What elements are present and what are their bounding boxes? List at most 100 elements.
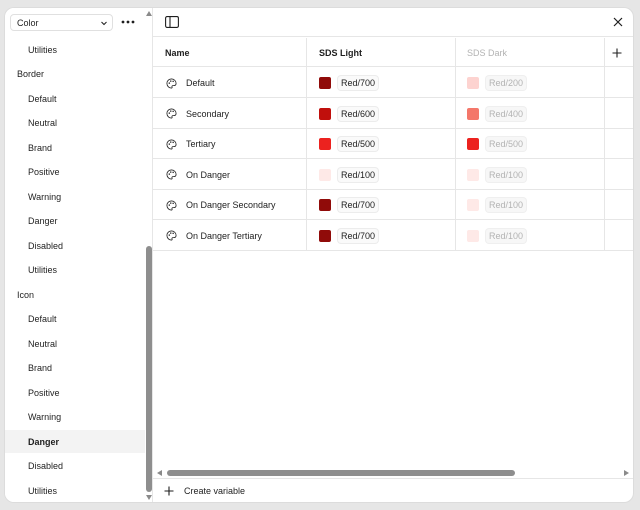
variable-name: On Danger Secondary <box>186 200 276 210</box>
sidebar-item-label: Utilities <box>28 485 58 496</box>
sidebar-item[interactable]: Positive <box>5 381 145 404</box>
sds-dark-value[interactable]: Red/200 <box>467 68 527 98</box>
sds-dark-value[interactable]: Red/100 <box>467 160 527 190</box>
color-swatch <box>467 107 479 120</box>
column-header-sds-light[interactable]: SDS Light <box>319 38 362 67</box>
group-heading[interactable]: Icon <box>5 283 145 306</box>
sidebar-item[interactable]: Danger <box>5 210 145 233</box>
create-variable-label: Create variable <box>184 485 246 496</box>
sidebar-item[interactable]: Neutral <box>5 112 145 135</box>
sds-light-value[interactable]: Red/700 <box>319 68 379 98</box>
color-swatch <box>467 168 479 181</box>
column-header-name[interactable]: Name <box>165 38 190 67</box>
sidebar-item-label: Danger <box>28 436 60 447</box>
sidebar-item[interactable]: Utilities <box>5 479 145 502</box>
variable-name-cell[interactable]: On Danger Secondary <box>166 190 276 220</box>
sidebar-item-label: Brand <box>28 363 53 373</box>
create-variable-button[interactable]: Create variable <box>153 479 245 503</box>
close-icon[interactable] <box>612 16 624 28</box>
color-swatch <box>319 107 331 120</box>
sidebar-item-label: Positive <box>28 167 60 177</box>
sidebar-item-label: Default <box>28 93 57 104</box>
sidebar-item-label: Border <box>17 69 45 79</box>
variable-name: Default <box>186 78 215 88</box>
sidebar-item-label: Warning <box>28 412 62 422</box>
sidebar-scrollbar[interactable] <box>145 8 153 502</box>
variable-name-cell[interactable]: On Danger Tertiary <box>166 221 262 251</box>
sidebar-item[interactable]: Danger <box>5 430 145 453</box>
sidebar-item[interactable]: Utilities <box>5 259 145 282</box>
sds-light-value[interactable]: Red/700 <box>319 221 379 251</box>
table-row[interactable]: On Danger Red/100 Red/100 <box>153 160 633 190</box>
table-row[interactable]: On Danger Tertiary Red/700 Red/100 <box>153 221 633 251</box>
variables-window: Color Utilities Border Default Neutral Brand… <box>5 8 633 502</box>
sidebar-item[interactable]: Utilities <box>5 38 145 61</box>
sds-light-value[interactable]: Red/500 <box>319 129 379 159</box>
scroll-thumb[interactable] <box>146 246 152 492</box>
sidebar-item[interactable]: Brand <box>5 136 145 159</box>
sds-dark-value[interactable]: Red/100 <box>467 221 527 251</box>
table-scrollbar[interactable] <box>153 468 633 478</box>
color-swatch <box>319 168 331 181</box>
sidebar-item-label: Neutral <box>28 338 58 349</box>
scroll-thumb[interactable] <box>167 470 515 476</box>
sidebar-item[interactable]: Positive <box>5 161 145 184</box>
variable-name-cell[interactable]: Secondary <box>166 99 229 129</box>
collection-select[interactable]: Color <box>10 14 113 31</box>
sidebar-item[interactable]: Warning <box>5 406 145 429</box>
sidebar-item-label: Positive <box>28 387 60 398</box>
sidebar-item[interactable]: Disabled <box>5 455 145 478</box>
sds-dark-value[interactable]: Red/400 <box>467 99 527 129</box>
sds-dark-value[interactable]: Red/500 <box>467 129 527 159</box>
palette-icon <box>166 108 177 119</box>
table-row[interactable]: Default Red/700 Red/200 <box>153 68 633 98</box>
sidebar-item-label: Danger <box>28 216 58 226</box>
variables-panel: Name SDS Light SDS Dark Default Red/700 Re… <box>153 8 633 502</box>
variable-name: Secondary <box>186 108 230 119</box>
plus-icon <box>612 48 622 57</box>
color-swatch <box>319 229 331 242</box>
sds-light-value[interactable]: Red/700 <box>319 190 379 220</box>
variable-name-cell[interactable]: Tertiary <box>166 129 216 159</box>
alias-chip: Red/400 <box>486 106 527 121</box>
sidebar-item-label: Disabled <box>28 461 64 471</box>
sds-light-value[interactable]: Red/600 <box>319 99 379 129</box>
group-list: Utilities Border Default Neutral Brand Positi… <box>5 38 145 502</box>
sidebar-item-label: Disabled <box>28 240 64 251</box>
palette-icon <box>166 139 177 149</box>
alias-chip: Red/600 <box>338 106 379 121</box>
chevron-down-icon <box>101 21 107 26</box>
scroll-up-arrow[interactable] <box>146 11 152 16</box>
sidebar: Color Utilities Border Default Neutral Brand… <box>5 8 153 502</box>
sds-light-value[interactable]: Red/100 <box>319 160 379 190</box>
variable-name: On Danger Tertiary <box>186 230 262 241</box>
table-row[interactable]: Tertiary Red/500 Red/500 <box>153 129 633 159</box>
sidebar-toggle-icon[interactable] <box>165 16 179 28</box>
add-mode-button[interactable] <box>601 38 633 67</box>
group-heading[interactable]: Border <box>5 63 145 86</box>
color-swatch <box>319 138 331 150</box>
palette-icon <box>166 200 177 210</box>
variable-name-cell[interactable]: On Danger <box>166 160 230 190</box>
scroll-down-arrow[interactable] <box>146 495 152 500</box>
color-swatch <box>319 77 331 89</box>
table-row[interactable]: Secondary Red/600 Red/400 <box>153 99 633 129</box>
sidebar-item[interactable]: Default <box>5 308 145 331</box>
alias-chip: Red/200 <box>486 76 527 90</box>
alias-chip: Red/700 <box>338 198 379 212</box>
sidebar-item[interactable]: Neutral <box>5 332 145 355</box>
alias-chip: Red/700 <box>338 228 379 243</box>
sidebar-item[interactable]: Disabled <box>5 234 145 257</box>
variable-name-cell[interactable]: Default <box>166 68 215 98</box>
sds-dark-value[interactable]: Red/100 <box>467 190 527 220</box>
column-header-sds-dark[interactable]: SDS Dark <box>467 38 507 67</box>
panel-footer: Create variable <box>153 478 633 502</box>
scroll-right-arrow[interactable] <box>624 470 629 476</box>
scroll-left-arrow[interactable] <box>157 470 162 476</box>
more-options-button[interactable] <box>120 16 136 28</box>
alias-chip: Red/500 <box>338 137 379 151</box>
sidebar-item[interactable]: Warning <box>5 185 145 208</box>
sidebar-item[interactable]: Brand <box>5 357 145 380</box>
table-row[interactable]: On Danger Secondary Red/700 Red/100 <box>153 190 633 220</box>
sidebar-item[interactable]: Default <box>5 87 145 110</box>
